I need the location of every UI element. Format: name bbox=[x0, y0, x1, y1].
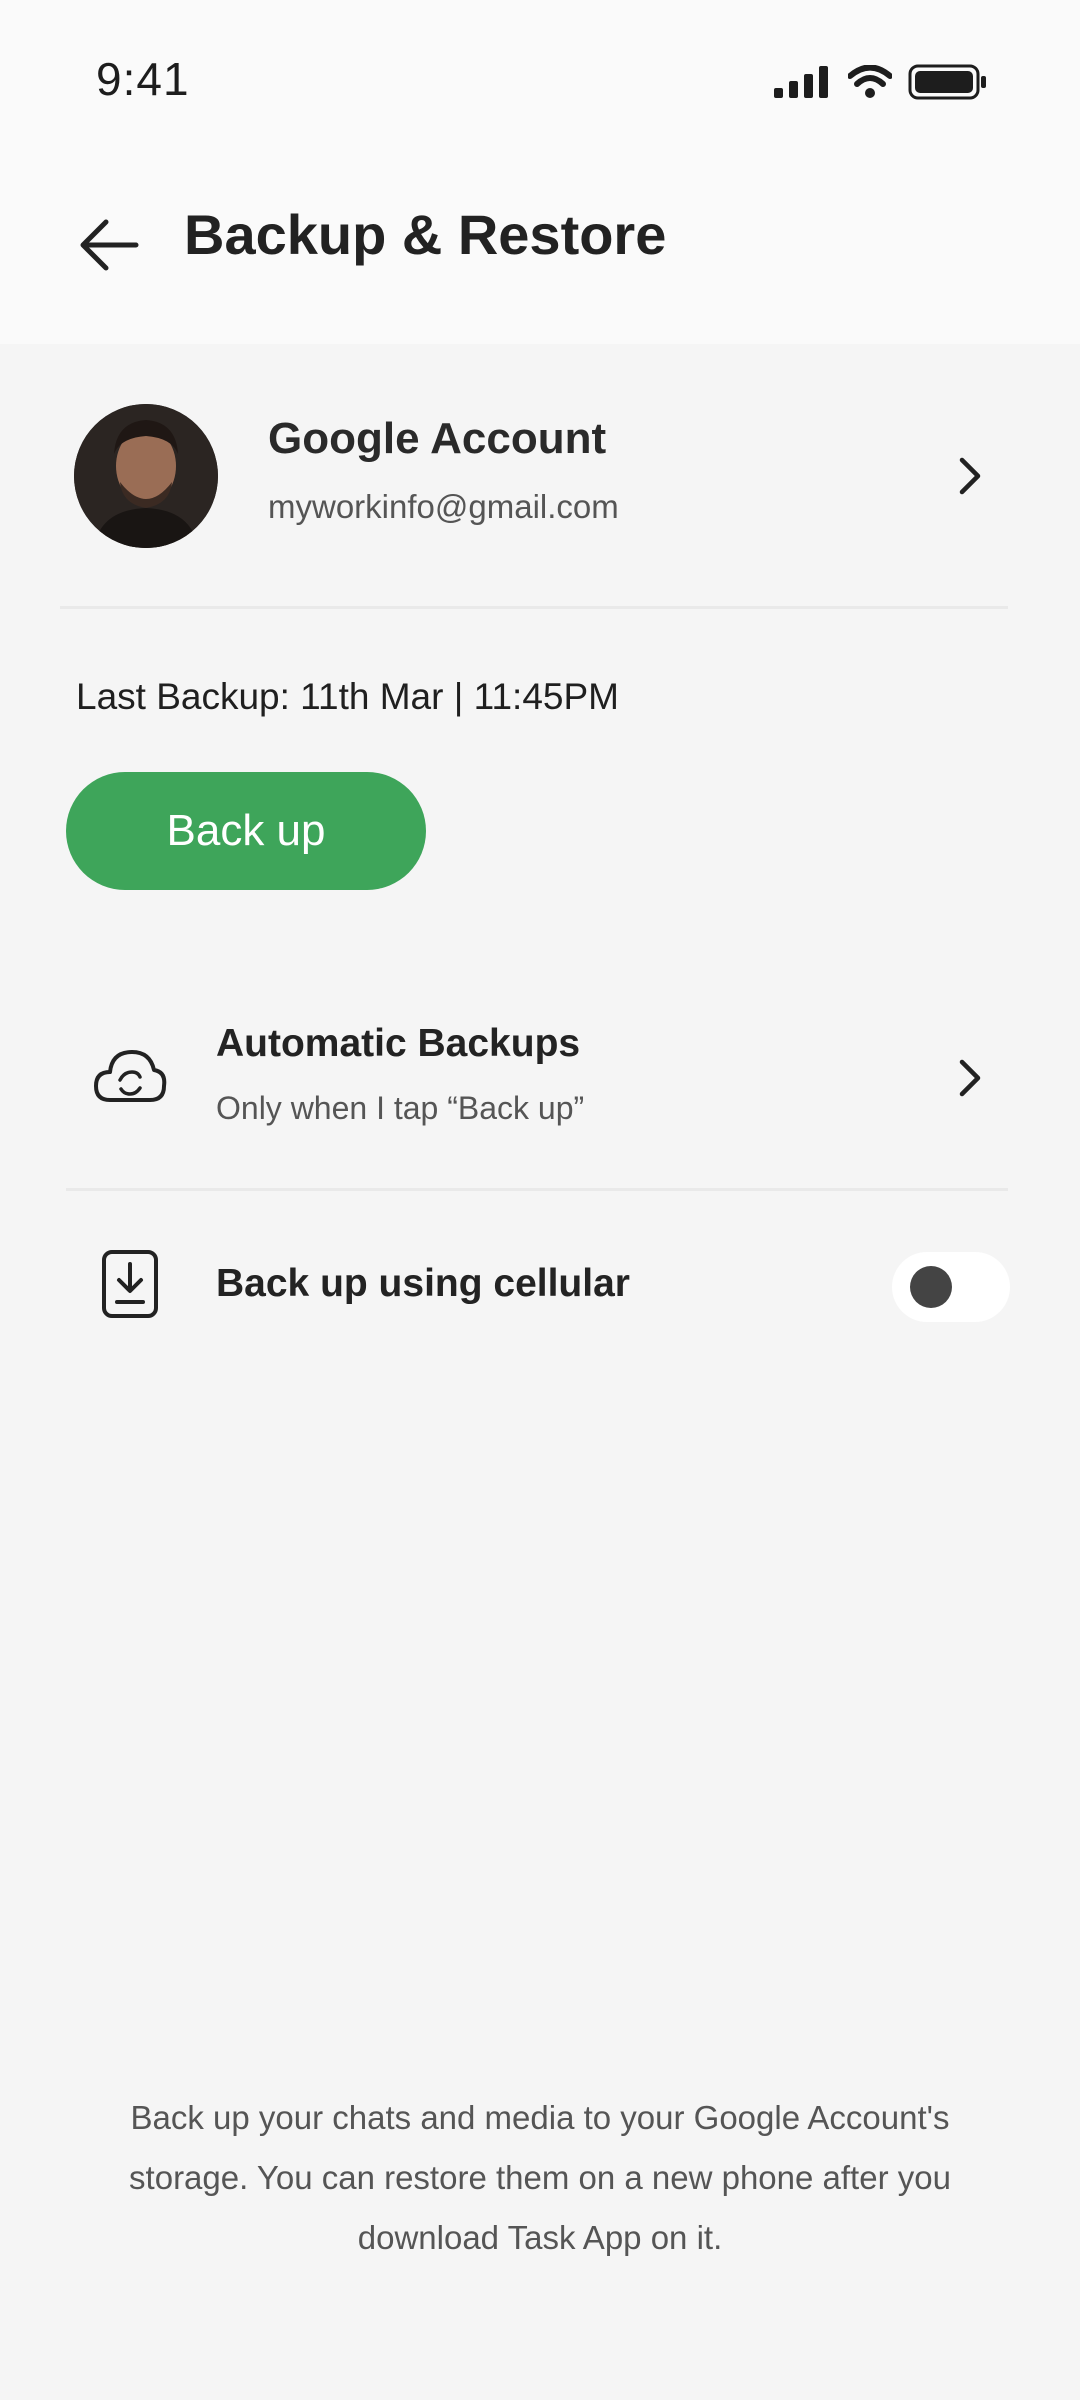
chevron-right-icon bbox=[959, 1059, 981, 1097]
back-arrow-icon[interactable] bbox=[74, 210, 144, 280]
footer-note: Back up your chats and media to your Goo… bbox=[129, 2099, 951, 2256]
divider bbox=[66, 1188, 1008, 1191]
automatic-backups-title: Automatic Backups bbox=[216, 1022, 581, 1065]
status-bar: 9:41 bbox=[0, 0, 1080, 160]
chevron-right-icon bbox=[959, 457, 981, 495]
header: Backup & Restore bbox=[0, 160, 1080, 344]
status-time: 9:41 bbox=[96, 53, 190, 105]
last-backup-text: Last Backup: 11th Mar | 11:45PM bbox=[76, 676, 619, 717]
wifi-icon bbox=[848, 65, 892, 98]
cloud-sync-icon bbox=[94, 1050, 167, 1102]
automatic-backups-row[interactable]: Automatic Backups Only when I tap “Back … bbox=[0, 1000, 1080, 1180]
google-account-row[interactable]: Google Account myworkinfo@gmail.com bbox=[0, 380, 1080, 590]
account-title: Google Account bbox=[268, 414, 607, 463]
avatar bbox=[74, 404, 218, 548]
back-up-button[interactable]: Back up bbox=[66, 772, 426, 890]
status-icons bbox=[774, 62, 988, 102]
automatic-backups-subtitle: Only when I tap “Back up” bbox=[216, 1090, 585, 1126]
battery-icon bbox=[908, 64, 986, 100]
signal-icon bbox=[774, 66, 828, 98]
account-email: myworkinfo@gmail.com bbox=[268, 488, 619, 525]
cellular-backup-title: Back up using cellular bbox=[216, 1262, 630, 1305]
cellular-backup-toggle[interactable] bbox=[892, 1252, 1010, 1322]
download-icon bbox=[102, 1250, 158, 1318]
page-title: Backup & Restore bbox=[184, 203, 667, 266]
divider bbox=[60, 606, 1008, 609]
toggle-knob bbox=[910, 1266, 952, 1308]
